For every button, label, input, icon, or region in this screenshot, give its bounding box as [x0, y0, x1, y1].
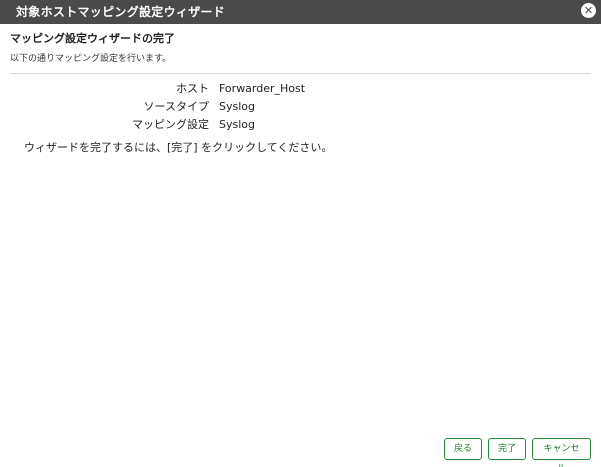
button-bar: 戻る 完了 キャンセル: [444, 438, 591, 467]
mapping-wizard-dialog: 対象ホストマッピング設定ウィザード ✕ マッピング設定ウィザードの完了 以下の通…: [0, 0, 601, 467]
title-bar: 対象ホストマッピング設定ウィザード ✕: [0, 0, 601, 24]
window-title: 対象ホストマッピング設定ウィザード: [16, 5, 226, 19]
cancel-button[interactable]: キャンセル: [532, 438, 591, 467]
summary-label: マッピング設定: [132, 118, 209, 131]
summary-table: ホスト Forwarder_Host ソースタイプ Syslog マッピング設定…: [0, 81, 601, 135]
summary-row-mapping: マッピング設定 Syslog: [0, 117, 601, 135]
summary-label: ホスト: [176, 82, 209, 95]
summary-label: ソースタイプ: [143, 100, 209, 113]
summary-value: Forwarder_Host: [219, 82, 306, 95]
page-heading: マッピング設定ウィザードの完了: [10, 32, 175, 45]
finish-button[interactable]: 完了: [488, 438, 526, 460]
summary-value: Syslog: [219, 118, 255, 131]
summary-row-host: ホスト Forwarder_Host: [0, 81, 601, 99]
back-button[interactable]: 戻る: [444, 438, 482, 460]
divider: [10, 73, 591, 74]
page-subheading: 以下の通りマッピング設定を行います。: [10, 54, 172, 64]
close-icon[interactable]: ✕: [581, 3, 596, 18]
summary-value: Syslog: [219, 100, 255, 113]
summary-row-sourcetype: ソースタイプ Syslog: [0, 99, 601, 117]
instruction-text: ウィザードを完了するには、[完了] をクリックしてください。: [24, 141, 333, 154]
